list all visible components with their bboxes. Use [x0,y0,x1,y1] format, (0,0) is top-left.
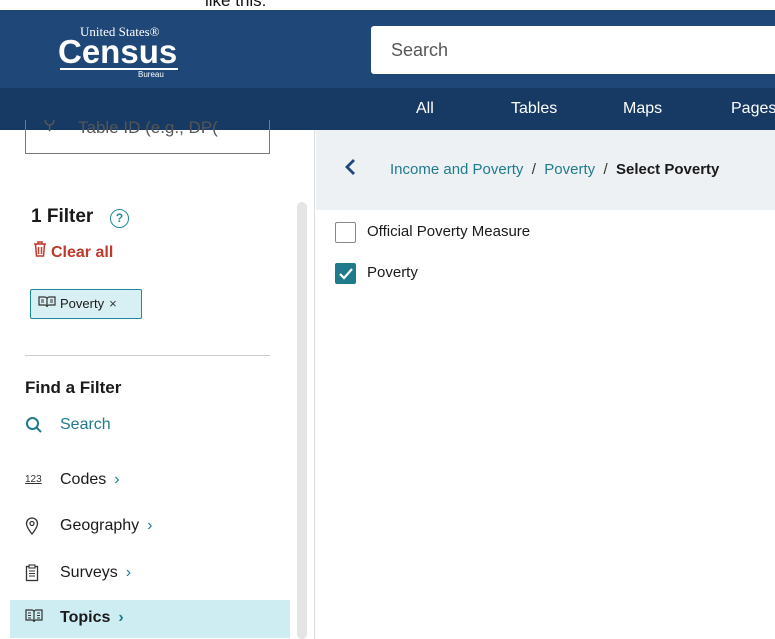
sidebar-item-label: Codes › [60,471,120,488]
checkbox[interactable] [335,222,356,243]
search-icon: ⚲ [43,120,57,133]
search-icon [25,416,47,438]
back-chevron-icon[interactable] [344,156,356,182]
sidebar-item-search[interactable]: Search [0,407,290,445]
location-pin-icon [25,517,47,539]
sidebar-scrollbar[interactable] [297,202,307,639]
active-filter-chip[interactable]: Poverty × [30,289,142,319]
sidebar-item-label: Surveys › [60,564,132,581]
breadcrumb-separator: / [603,161,608,178]
clipboard-icon [25,564,47,586]
logo-bureau: Bureau [138,70,164,79]
tab-tables[interactable]: Tables [511,88,557,130]
find-filter-title: Find a Filter [25,378,122,397]
filter-sidebar: ⚲ Table ID (e.g., DP( 1 Filter ? Clear a… [0,120,315,639]
breadcrumb-current: Select Poverty [615,161,720,178]
sidebar-item-label: Topics › [60,609,124,626]
sidebar-item-label: Search [60,416,111,433]
site-header: United States® Census Bureau [0,10,775,88]
tab-maps[interactable]: Maps [623,88,662,130]
option-label: Poverty [367,264,418,281]
sidebar-item-codes[interactable]: 123 Codes › [0,462,290,500]
breadcrumb: Income and Poverty / Poverty / Select Po… [316,130,775,210]
sidebar-item-topics[interactable]: Topics › [10,600,290,638]
sidebar-divider [25,355,270,356]
filter-count-title: 1 Filter [31,206,94,227]
checkbox-checked[interactable] [335,263,356,284]
clear-all-button[interactable]: Clear all [33,241,113,262]
logo-census: Census [58,33,178,70]
site-search-input[interactable] [371,26,775,74]
site-search-box [371,26,775,74]
cropped-caption: like this: [0,0,775,10]
census-logo[interactable]: United States® Census Bureau [58,24,188,80]
table-id-search[interactable]: ⚲ Table ID (e.g., DP( [25,120,270,154]
tab-pages[interactable]: Pages [731,88,775,130]
chevron-right-icon: › [114,471,120,488]
cropped-caption-text: like this: [205,0,267,10]
breadcrumb-income-and-poverty[interactable]: Income and Poverty [390,161,523,178]
book-icon [25,609,47,627]
chevron-right-icon: › [147,517,153,534]
breadcrumb-poverty[interactable]: Poverty [544,161,595,178]
filter-panel: Income and Poverty / Poverty / Select Po… [316,130,775,639]
trash-icon [33,241,47,262]
chevron-right-icon: › [125,564,132,581]
close-icon[interactable]: × [109,296,117,311]
option-label: Official Poverty Measure [367,223,531,240]
codes-icon: 123 [25,474,42,485]
sidebar-item-label: Geography › [60,517,153,534]
breadcrumb-trail: Income and Poverty / Poverty / Select Po… [390,161,719,178]
tab-all[interactable]: All [416,88,434,130]
sidebar-item-surveys[interactable]: Surveys › [0,555,290,593]
chip-label: Poverty [60,296,105,311]
census-filter-page: like this: United States® Census Bureau … [0,0,775,639]
clear-all-label: Clear all [51,244,114,261]
sidebar-item-geography[interactable]: Geography › [0,508,290,546]
help-icon[interactable]: ? [110,209,129,228]
table-id-placeholder: Table ID (e.g., DP( [78,120,218,137]
book-icon [38,290,56,318]
breadcrumb-separator: / [531,161,536,178]
chevron-right-icon: › [118,609,124,626]
